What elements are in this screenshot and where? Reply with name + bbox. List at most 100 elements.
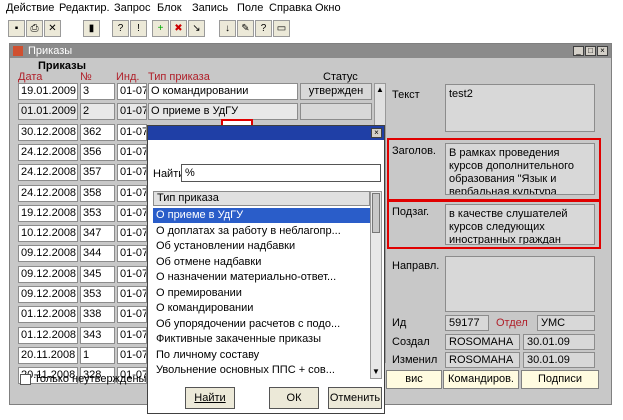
print-icon[interactable]: ⎙ xyxy=(26,20,43,37)
only-unapproved-checkbox[interactable] xyxy=(20,374,31,385)
exit-door-icon[interactable]: ▮ xyxy=(83,20,100,37)
text-field[interactable]: test2 xyxy=(445,84,595,132)
created-user-field[interactable]: ROSOMAHA xyxy=(445,334,520,350)
ok-button[interactable]: ОК xyxy=(269,387,319,409)
list-item[interactable]: О приеме в УдГУ xyxy=(153,208,370,223)
row-num-cell[interactable]: 2 xyxy=(80,103,115,120)
row-num-cell[interactable]: 344 xyxy=(80,245,115,262)
clear-record-icon[interactable]: ↘ xyxy=(188,20,205,37)
row-ind-cell[interactable]: 01-07 xyxy=(117,286,147,303)
minimize-icon[interactable]: _ xyxy=(573,46,584,56)
maximize-icon[interactable]: □ xyxy=(585,46,596,56)
close-icon[interactable]: × xyxy=(597,46,608,56)
query-enter-icon[interactable]: ? xyxy=(112,20,129,37)
cancel-button[interactable]: Отменить xyxy=(328,387,382,409)
row-num-cell[interactable]: 353 xyxy=(80,286,115,303)
row-date-cell[interactable]: 01.12.2008 xyxy=(18,327,78,344)
row-num-cell[interactable]: 357 xyxy=(80,164,115,181)
row-ind-cell[interactable]: 01-07 xyxy=(117,124,147,141)
menu-window[interactable]: Окно xyxy=(315,2,341,14)
dialog-close-icon[interactable]: × xyxy=(371,128,382,138)
list-item[interactable]: Об упорядочении расчетов с подо... xyxy=(153,317,370,332)
row-date-cell[interactable]: 09.12.2008 xyxy=(18,266,78,283)
row-num-cell[interactable]: 1 xyxy=(80,347,115,364)
row-ind-cell[interactable]: 01-07 xyxy=(117,266,147,283)
row-date-cell[interactable]: 09.12.2008 xyxy=(18,286,78,303)
row-ind-cell[interactable]: 01-07 xyxy=(117,185,147,202)
find-button[interactable]: Найти xyxy=(185,387,235,409)
row-num-cell[interactable]: 358 xyxy=(80,185,115,202)
row-date-cell[interactable]: 01.01.2009 xyxy=(18,103,78,120)
list-values-icon[interactable]: ↓ xyxy=(219,20,236,37)
insert-record-icon[interactable]: + xyxy=(152,20,169,37)
id-field[interactable]: 59177 xyxy=(445,315,489,331)
row-num-cell[interactable]: 343 xyxy=(80,327,115,344)
menu-record[interactable]: Запись xyxy=(192,2,228,14)
list-item[interactable]: О доплатах за работу в неблагопр... xyxy=(153,224,370,239)
business-trips-button[interactable]: Командиров. xyxy=(443,370,519,389)
row-ind-cell[interactable]: 01-07 xyxy=(117,164,147,181)
row-ind-cell[interactable]: 01-07 xyxy=(117,225,147,242)
list-item[interactable]: Об отмене надбавки xyxy=(153,255,370,270)
row-date-cell[interactable]: 24.12.2008 xyxy=(18,164,78,181)
row-ind-cell[interactable]: 01-07 xyxy=(117,83,147,100)
row-date-cell[interactable]: 20.11.2008 xyxy=(18,347,78,364)
row-num-cell[interactable]: 345 xyxy=(80,266,115,283)
row-ind-cell[interactable]: 01-07 xyxy=(117,103,147,120)
direction-field[interactable] xyxy=(445,256,595,312)
close-form-icon[interactable]: ✕ xyxy=(44,20,61,37)
row-status-cell[interactable] xyxy=(300,103,372,120)
menu-help[interactable]: Справка xyxy=(269,2,312,14)
row-date-cell[interactable]: 10.12.2008 xyxy=(18,225,78,242)
list-item[interactable]: Увольнение основных ППС + сов... xyxy=(153,363,370,378)
document-icon[interactable]: ▭ xyxy=(273,20,290,37)
changed-user-field[interactable]: ROSOMAHA xyxy=(445,352,520,368)
delete-record-icon[interactable]: ✖ xyxy=(170,20,187,37)
business-trip-button-partial[interactable]: вис xyxy=(386,370,442,389)
row-ind-cell[interactable]: 01-07 xyxy=(117,144,147,161)
help-icon[interactable]: ? xyxy=(255,20,272,37)
row-date-cell[interactable]: 19.01.2009 xyxy=(18,83,78,100)
row-ind-cell[interactable]: 01-07 xyxy=(117,306,147,323)
scroll-down-icon[interactable]: ▼ xyxy=(372,368,380,376)
row-num-cell[interactable]: 353 xyxy=(80,205,115,222)
query-execute-icon[interactable]: ! xyxy=(130,20,147,37)
edit-icon[interactable]: ✎ xyxy=(237,20,254,37)
row-date-cell[interactable]: 30.12.2008 xyxy=(18,124,78,141)
list-item[interactable]: О командировании xyxy=(153,301,370,316)
row-num-cell[interactable]: 362 xyxy=(80,124,115,141)
row-ind-cell[interactable]: 01-07 xyxy=(117,347,147,364)
save-icon[interactable]: ▪ xyxy=(8,20,25,37)
row-date-cell[interactable]: 24.12.2008 xyxy=(18,144,78,161)
row-num-cell[interactable]: 356 xyxy=(80,144,115,161)
row-date-cell[interactable]: 09.12.2008 xyxy=(18,245,78,262)
changed-date-field[interactable]: 30.01.09 xyxy=(523,352,595,368)
signatures-button[interactable]: Подписи xyxy=(521,370,599,389)
list-item[interactable]: Фиктивные закаченные приказы xyxy=(153,332,370,347)
row-num-cell[interactable]: 338 xyxy=(80,306,115,323)
list-item[interactable]: По личному составу xyxy=(153,348,370,363)
row-ind-cell[interactable]: 01-07 xyxy=(117,205,147,222)
row-num-cell[interactable]: 347 xyxy=(80,225,115,242)
row-date-cell[interactable]: 24.12.2008 xyxy=(18,185,78,202)
created-date-field[interactable]: 30.01.09 xyxy=(523,334,595,350)
dept-field[interactable]: УМС xyxy=(537,315,595,331)
scroll-up-icon[interactable]: ▲ xyxy=(376,86,384,94)
row-type-cell[interactable]: О командировании xyxy=(148,83,298,100)
row-date-cell[interactable]: 01.12.2008 xyxy=(18,306,78,323)
row-num-cell[interactable]: 3 xyxy=(80,83,115,100)
menu-edit[interactable]: Редактир. xyxy=(59,2,110,14)
menu-field[interactable]: Поле xyxy=(237,2,263,14)
menu-action[interactable]: Действие xyxy=(6,2,54,14)
menu-query[interactable]: Запрос xyxy=(114,2,150,14)
row-status-cell[interactable]: утвержден xyxy=(300,83,372,100)
list-scrollbar[interactable]: ▼ xyxy=(370,191,382,379)
list-item[interactable]: О назначении материально-ответ... xyxy=(153,270,370,285)
list-item[interactable]: Об установлении надбавки xyxy=(153,239,370,254)
row-ind-cell[interactable]: 01-07 xyxy=(117,327,147,344)
list-item[interactable]: О премировании xyxy=(153,286,370,301)
list-scroll-thumb[interactable] xyxy=(372,193,380,233)
row-date-cell[interactable]: 19.12.2008 xyxy=(18,205,78,222)
menu-block[interactable]: Блок xyxy=(157,2,182,14)
find-input[interactable]: % xyxy=(181,164,381,182)
